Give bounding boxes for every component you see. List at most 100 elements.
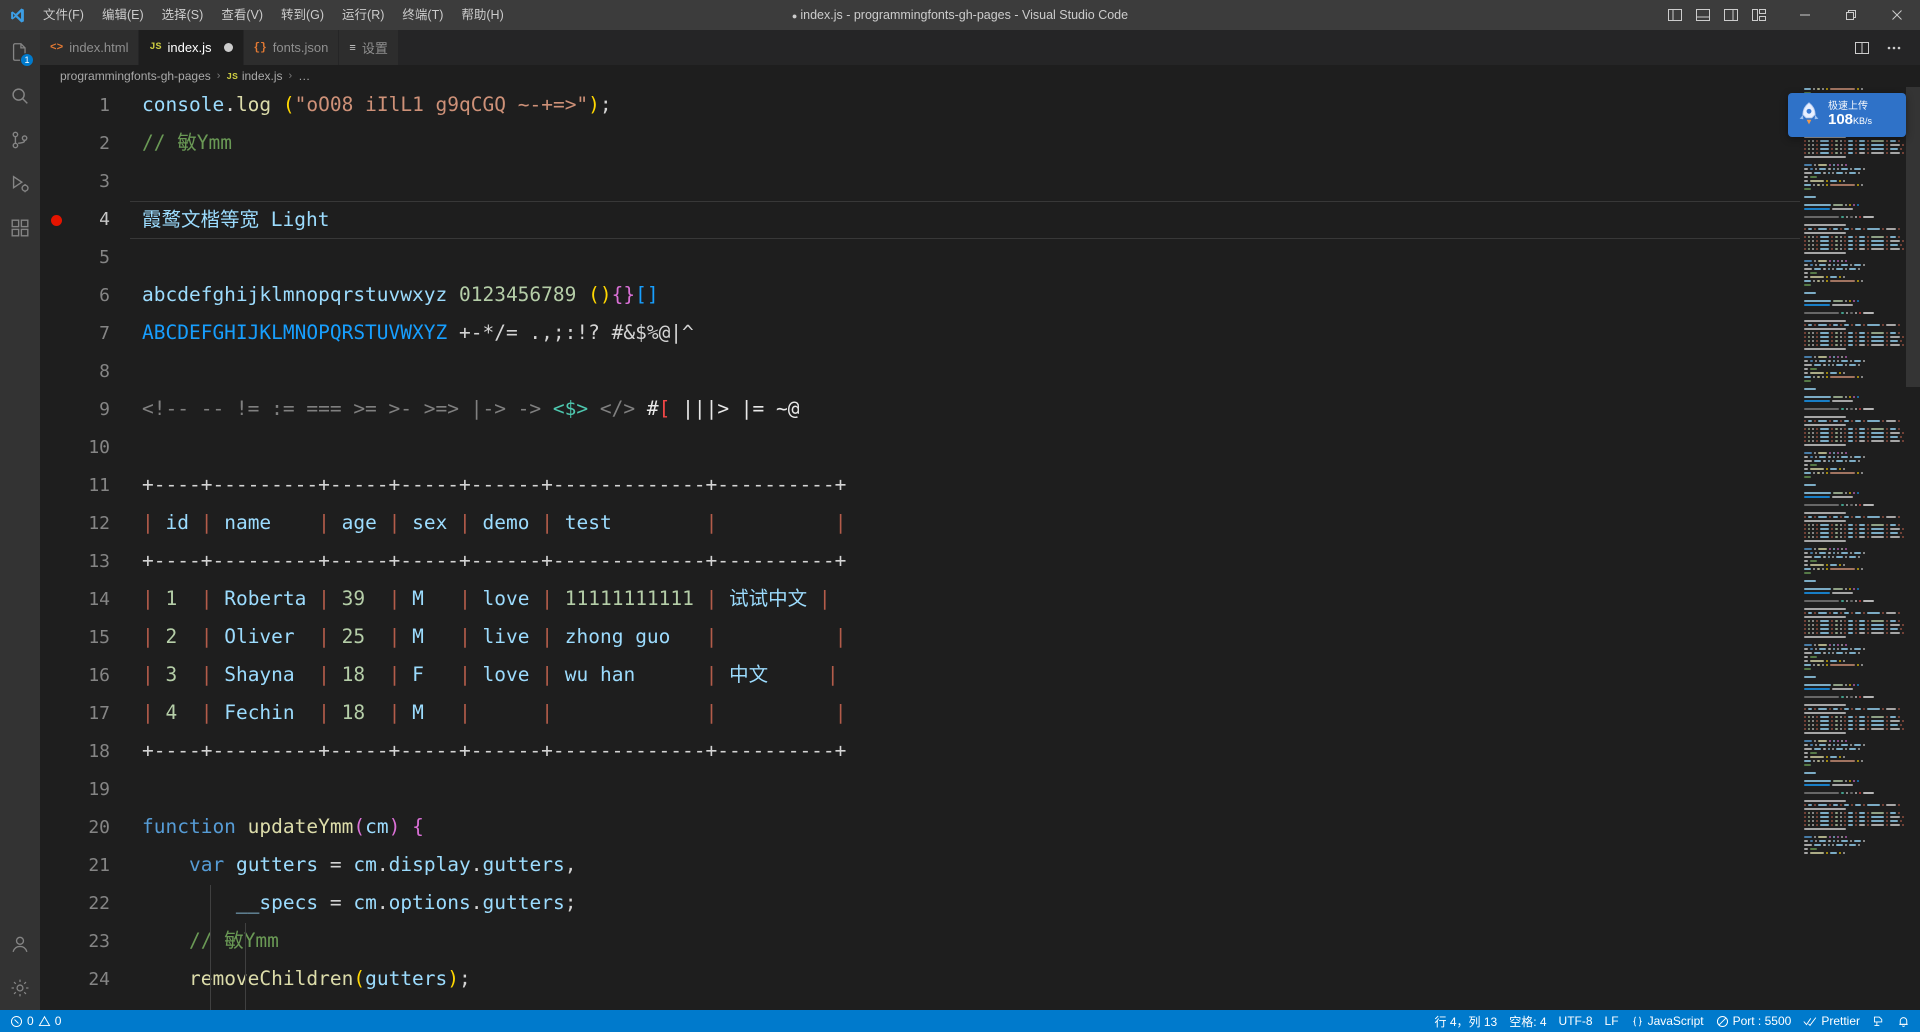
tab-dirty-indicator[interactable] xyxy=(223,43,233,52)
breadcrumb[interactable]: programmingfonts-gh-pages › JS index.js … xyxy=(40,65,1920,87)
code-line-text[interactable]: <!-- -- != := === >= >- >=> |-> -> <$> <… xyxy=(130,391,1800,429)
tab-index-js[interactable]: JS index.js xyxy=(139,30,244,65)
sidebar-item-source-control[interactable] xyxy=(0,118,40,162)
scrollbar-thumb[interactable] xyxy=(1906,87,1920,387)
code-line-text[interactable]: // 敏Ymm xyxy=(130,923,1800,961)
code-line[interactable]: 16 | 3 | Shayna | 18 | F | love | wu han … xyxy=(40,657,1800,695)
minimize-icon[interactable] xyxy=(1782,0,1828,30)
code-line[interactable]: 12 | id | name | age | sex | demo | test … xyxy=(40,505,1800,543)
status-encoding[interactable]: UTF-8 xyxy=(1553,1010,1599,1032)
code-line-text[interactable]: ABCDEFGHIJKLMNOPQRSTUVWXYZ +-*/= .,;:!? … xyxy=(130,315,1800,353)
code-line[interactable]: 6 abcdefghijklmnopqrstuvwxyz 0123456789 (… xyxy=(40,277,1800,315)
code-line-text[interactable] xyxy=(130,163,1800,201)
close-icon[interactable] xyxy=(1874,0,1920,30)
code-line[interactable]: 4 霞鹜文楷等宽 Light xyxy=(40,201,1800,239)
status-eol[interactable]: LF xyxy=(1599,1010,1625,1032)
status-notifications[interactable] xyxy=(1891,1010,1916,1032)
breadcrumb-file[interactable]: index.js xyxy=(242,69,283,83)
code-line[interactable]: 21 var gutters = cm.display.gutters, xyxy=(40,847,1800,885)
code-line-text[interactable]: abcdefghijklmnopqrstuvwxyz 0123456789 ()… xyxy=(130,277,1800,315)
status-problems[interactable]: 0 0 xyxy=(4,1010,67,1032)
status-prettier[interactable]: Prettier xyxy=(1797,1010,1866,1032)
code-line-text[interactable]: removeChildren(gutters); xyxy=(130,961,1800,999)
code-line[interactable]: 20 function updateYmm(cm) { xyxy=(40,809,1800,847)
account-icon[interactable] xyxy=(0,922,40,966)
code-line-text[interactable]: | 2 | Oliver | 25 | M | live | zhong guo… xyxy=(130,619,1800,657)
sidebar-item-search[interactable] xyxy=(0,74,40,118)
code-line-text[interactable] xyxy=(130,239,1800,277)
code-line[interactable]: 1 console.log ("oO08 iIlL1 g9qCGQ ~-+=>")… xyxy=(40,87,1800,125)
code-line-text[interactable] xyxy=(130,771,1800,809)
code-line-text[interactable] xyxy=(130,353,1800,391)
code-line[interactable]: 14 | 1 | Roberta | 39 | M | love | 111111… xyxy=(40,581,1800,619)
code-line[interactable]: 22 __specs = cm.options.gutters; xyxy=(40,885,1800,923)
breakpoint-icon[interactable] xyxy=(50,214,62,226)
code-line-text[interactable]: console.log ("oO08 iIlL1 g9qCGQ ~-+=>"); xyxy=(130,87,1800,125)
code-line-text[interactable]: 霞鹜文楷等宽 Light xyxy=(130,201,1800,239)
menu-run[interactable]: 运行(R) xyxy=(333,0,393,30)
status-remote[interactable] xyxy=(1866,1010,1891,1032)
tab-settings[interactable]: ≡ 设置 xyxy=(339,30,399,65)
sidebar-item-run-and-debug[interactable] xyxy=(0,162,40,206)
menu-bar[interactable]: 文件(F) 编辑(E) 选择(S) 查看(V) 转到(G) 运行(R) 终端(T… xyxy=(34,0,513,30)
code-line[interactable]: 8 xyxy=(40,353,1800,391)
code-line[interactable]: 5 xyxy=(40,239,1800,277)
code-line[interactable]: 11 +----+---------+-----+-----+------+---… xyxy=(40,467,1800,505)
code-line-text[interactable] xyxy=(130,429,1800,467)
code-line[interactable]: 15 | 2 | Oliver | 25 | M | live | zhong g… xyxy=(40,619,1800,657)
status-language-mode[interactable]: JavaScript xyxy=(1625,1010,1710,1032)
gear-icon[interactable] xyxy=(0,966,40,1010)
status-live-server-port[interactable]: Port : 5500 xyxy=(1710,1010,1798,1032)
code-line-text[interactable]: | 3 | Shayna | 18 | F | love | wu han | … xyxy=(130,657,1800,695)
code-line[interactable]: 19 xyxy=(40,771,1800,809)
code-line[interactable]: 3 xyxy=(40,163,1800,201)
breadcrumb-root[interactable]: programmingfonts-gh-pages xyxy=(60,69,211,83)
code-line-text[interactable]: function updateYmm(cm) { xyxy=(130,809,1800,847)
code-line[interactable]: 17 | 4 | Fechin | 18 | M | | | | xyxy=(40,695,1800,733)
sidebar-item-explorer[interactable]: 1 xyxy=(0,30,40,74)
menu-help[interactable]: 帮助(H) xyxy=(452,0,512,30)
breakpoint-gutter[interactable] xyxy=(40,214,72,226)
menu-file[interactable]: 文件(F) xyxy=(34,0,93,30)
code-line[interactable]: 7 ABCDEFGHIJKLMNOPQRSTUVWXYZ +-*/= .,;:!?… xyxy=(40,315,1800,353)
tab-fonts-json[interactable]: {} fonts.json xyxy=(243,30,340,65)
code-line-text[interactable]: +----+---------+-----+-----+------+-----… xyxy=(130,733,1800,771)
restore-icon[interactable] xyxy=(1828,0,1874,30)
code-line-text[interactable]: __specs = cm.options.gutters; xyxy=(130,885,1800,923)
code-line[interactable]: 2 // 敏Ymm xyxy=(40,125,1800,163)
code-line[interactable]: 10 xyxy=(40,429,1800,467)
sidebar-item-extensions[interactable] xyxy=(0,206,40,250)
code-line-text[interactable]: +----+---------+-----+-----+------+-----… xyxy=(130,543,1800,581)
more-actions-icon[interactable] xyxy=(1880,34,1908,62)
code-line[interactable]: 13 +----+---------+-----+-----+------+---… xyxy=(40,543,1800,581)
menu-view[interactable]: 查看(V) xyxy=(212,0,272,30)
customize-layout-icon[interactable] xyxy=(1746,3,1772,27)
code-line-text[interactable]: var gutters = cm.display.gutters, xyxy=(130,847,1800,885)
code-line-text[interactable]: | 4 | Fechin | 18 | M | | | | xyxy=(130,695,1800,733)
code-line-text[interactable]: // 敏Ymm xyxy=(130,125,1800,163)
menu-go[interactable]: 转到(G) xyxy=(272,0,333,30)
code-scroll-area[interactable]: 1 console.log ("oO08 iIlL1 g9qCGQ ~-+=>")… xyxy=(40,87,1800,1010)
split-editor-icon[interactable] xyxy=(1848,34,1876,62)
code-line-text[interactable]: +----+---------+-----+-----+------+-----… xyxy=(130,467,1800,505)
code-line-text[interactable]: | 1 | Roberta | 39 | M | love | 11111111… xyxy=(130,581,1800,619)
menu-edit[interactable]: 编辑(E) xyxy=(93,0,153,30)
minimap[interactable] xyxy=(1800,87,1920,1010)
code-lines[interactable]: 1 console.log ("oO08 iIlL1 g9qCGQ ~-+=>")… xyxy=(40,87,1800,999)
code-line[interactable]: 9 <!-- -- != := === >= >- >=> |-> -> <$> … xyxy=(40,391,1800,429)
code-line[interactable]: 24 removeChildren(gutters); xyxy=(40,961,1800,999)
code-line[interactable]: 18 +----+---------+-----+-----+------+---… xyxy=(40,733,1800,771)
code-line[interactable]: 23 // 敏Ymm xyxy=(40,923,1800,961)
breadcrumb-tail[interactable]: … xyxy=(298,69,310,83)
editor-scrollbar[interactable] xyxy=(1906,87,1920,1010)
code-line-text[interactable]: | id | name | age | sex | demo | test | … xyxy=(130,505,1800,543)
toggle-primary-sidebar-icon[interactable] xyxy=(1662,3,1688,27)
tab-index-html[interactable]: <> index.html xyxy=(40,30,140,65)
toggle-secondary-sidebar-icon[interactable] xyxy=(1718,3,1744,27)
status-cursor-position[interactable]: 行 4，列 13 xyxy=(1429,1010,1504,1032)
menu-selection[interactable]: 选择(S) xyxy=(153,0,213,30)
menu-terminal[interactable]: 终端(T) xyxy=(393,0,452,30)
status-indentation[interactable]: 空格: 4 xyxy=(1503,1010,1552,1032)
upload-toast[interactable]: 极速上传 108KB/s xyxy=(1788,93,1906,137)
toggle-panel-icon[interactable] xyxy=(1690,3,1716,27)
